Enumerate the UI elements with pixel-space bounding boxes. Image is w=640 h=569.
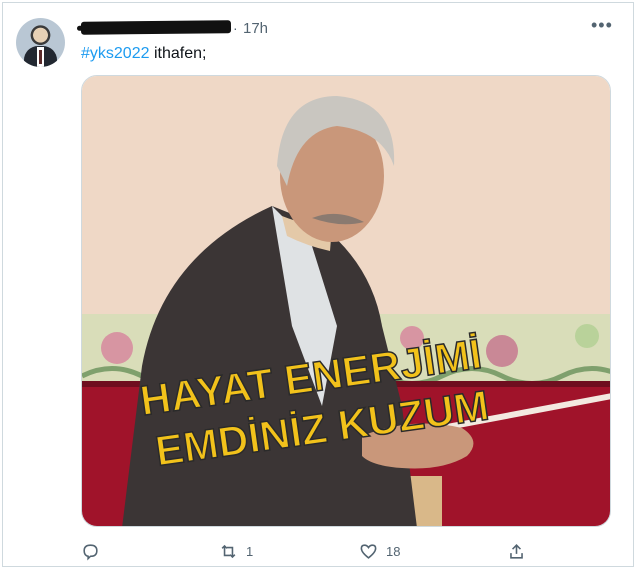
tweet-text: #yks2022 ithafen; (81, 45, 206, 63)
tweet-text-body: ithafen; (149, 45, 207, 62)
tweet-media-image[interactable]: HAYAT ENERJİMİ EMDİNİZ KUZUM (81, 75, 611, 527)
like-count: 18 (386, 543, 401, 559)
reply-button[interactable] (81, 539, 100, 563)
redacted-username (80, 20, 232, 35)
meme-image: HAYAT ENERJİMİ EMDİNİZ KUZUM (82, 76, 610, 526)
tweet-timestamp[interactable]: 17h (243, 20, 268, 37)
tweet-card[interactable]: · 17h ••• #yks2022 ithafen; HAYAT ENERJİ… (2, 2, 634, 567)
avatar-tie (39, 50, 42, 64)
retweet-icon (221, 544, 236, 558)
like-icon (360, 543, 377, 559)
retweet-count: 1 (246, 543, 254, 559)
hashtag-link[interactable]: #yks2022 (81, 45, 150, 62)
more-horizontal-icon[interactable]: ••• (591, 15, 613, 36)
tweet-actions: 1 18 (81, 539, 531, 563)
time-separator: · (233, 20, 238, 36)
share-button[interactable] (507, 539, 526, 563)
share-icon (510, 543, 523, 559)
avatar[interactable] (16, 18, 65, 67)
like-button[interactable]: 18 (359, 539, 400, 563)
reply-icon (83, 543, 98, 561)
retweet-button[interactable]: 1 (219, 539, 253, 563)
